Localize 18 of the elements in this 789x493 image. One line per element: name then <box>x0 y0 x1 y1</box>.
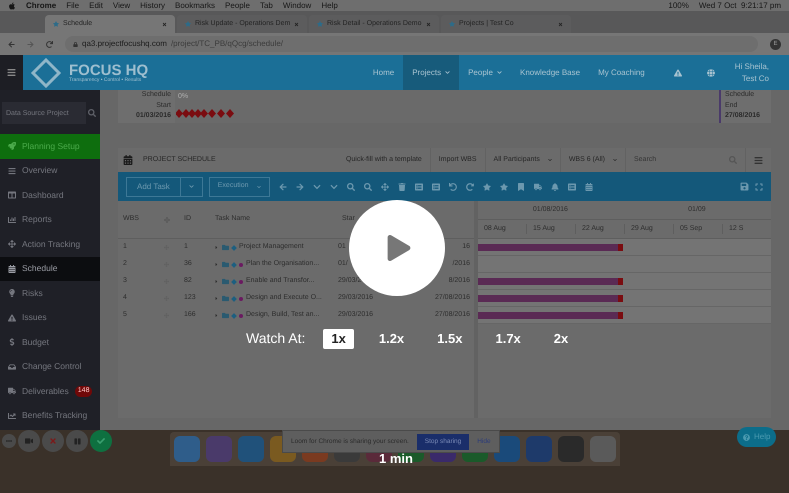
logo-text: FOCUS HQ <box>69 62 148 78</box>
video-duration: 1 min <box>379 450 413 468</box>
sidebar-item-label: Deliverables <box>22 384 69 398</box>
url-domain: qa3.projectfocushq.com <box>82 38 167 50</box>
sidebar-item-label: Budget <box>22 336 49 349</box>
sidebar-item-label: Risks <box>22 286 43 300</box>
sidebar-item-label: Action Tracking <box>22 238 80 251</box>
sidebar-item-label: Benefits Tracking <box>22 409 88 422</box>
speed-label: Watch At: <box>246 329 306 348</box>
sidebar-item-label: Change Control <box>22 360 82 374</box>
sidebar-item-label: Schedule <box>22 262 58 276</box>
sidebar-item-label: Planning Setup <box>22 140 80 153</box>
sidebar-item-label: Dashboard <box>22 188 64 202</box>
sidebar-item-label: Reports <box>22 213 52 226</box>
battery-level: 100% <box>668 0 689 12</box>
sidebar-item-label: Issues <box>22 311 47 324</box>
clock: Wed 7 Oct 9:21:17 pm <box>698 0 781 12</box>
sidebar-item-label: Overview <box>22 164 58 178</box>
